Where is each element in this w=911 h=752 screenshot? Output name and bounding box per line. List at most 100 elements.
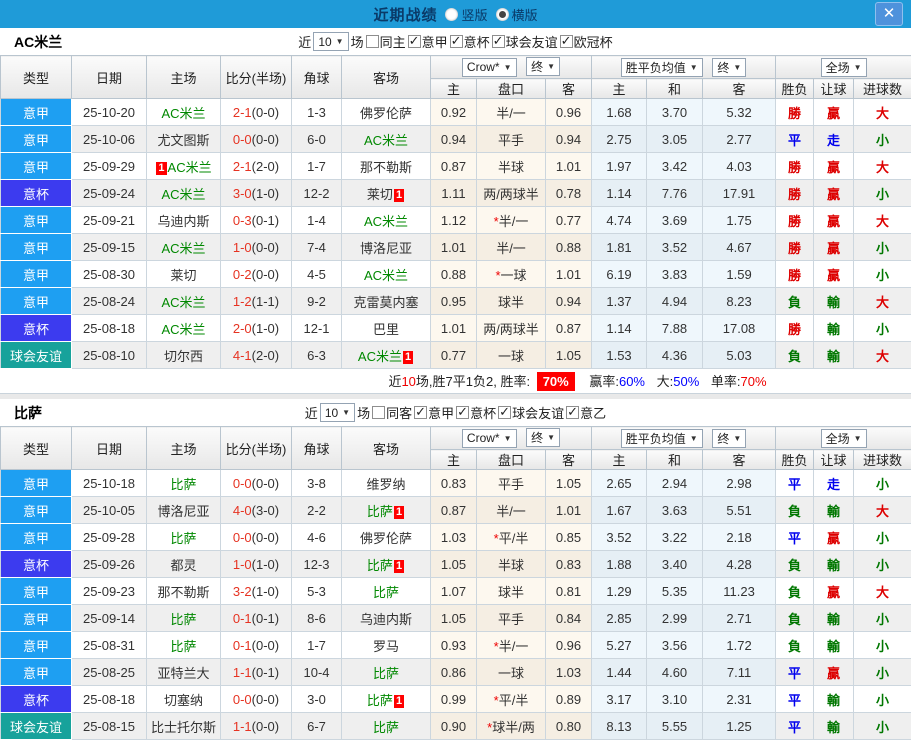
fulltime-score: 3-0 [232,185,252,201]
halftime-score: (0-0) [251,239,280,255]
same-venue-checkbox[interactable]: 同客 [372,403,412,422]
cell-home-team: 那不勒斯 [146,577,221,605]
fulltime-select[interactable]: 全场 ▼ [820,428,867,448]
asian-final-select[interactable]: 终 ▼ [526,428,561,448]
league-checkbox-friendly[interactable]: 球会友谊 [498,403,564,422]
close-button[interactable]: ✕ [875,2,903,26]
cell-result-goals: 小 [853,233,911,261]
vertical-layout-radio[interactable]: 竖版 [445,5,488,24]
horizontal-layout-radio[interactable]: 横版 [495,5,538,24]
cell-corner: 12-1 [291,314,342,342]
cell-score: 0-0(0-0) [220,125,292,153]
cell-euro-home-odds: 2.85 [591,604,648,632]
result-text: 大 [876,294,890,310]
odds-company-select[interactable]: Crow* ▼ [461,428,517,448]
fulltime-score: 0-0 [232,529,252,545]
close-icon: ✕ [882,5,896,22]
result-text: 平 [788,132,802,148]
asian-final-select[interactable]: 终 ▼ [526,57,561,77]
halftime-score: (2-0) [251,347,280,363]
result-text: 贏 [827,105,841,121]
team-name-text: AC米兰 [161,321,206,337]
cell-away-team: AC米兰 [341,206,431,234]
result-text: 輸 [827,503,841,519]
cell-date: 25-09-24 [71,179,147,207]
checkbox-icon [365,35,379,48]
cell-home-team: 1 AC米兰 [146,152,221,180]
cell-away-team: 乌迪内斯 [341,604,431,632]
cell-euro-away-odds: 2.77 [702,125,777,153]
league-checkbox-coppa[interactable]: 意杯 [456,403,496,422]
team-name-text: 比萨 [170,638,197,654]
cell-result-goals: 大 [853,98,911,126]
euro-final-select[interactable]: 终 ▼ [712,428,747,448]
match-row: 意杯 25-08-18 切塞纳 0-0(0-0) 3-0 比萨 1 0.99 *平/半 0.89 3… [0,685,911,713]
match-count-select[interactable]: 10 ▼ [313,32,349,51]
fulltime-score: 1-1 [232,718,252,734]
handicap-text: 球半 [497,294,524,310]
league-checkbox-friendly[interactable]: 球会友谊 [491,32,558,51]
cell-corner: 12-3 [291,550,342,578]
cell-result-handicap: 贏 [813,152,855,180]
cell-asian-away-odds: 0.89 [544,685,593,713]
team-name-text: 乌迪内斯 [359,611,412,627]
fulltime-score: 2-1 [232,158,252,174]
cell-league-type: 意甲 [0,496,72,524]
cell-euro-away-odds: 5.03 [702,341,777,369]
league-checkbox-serie-b[interactable]: 意乙 [566,403,606,422]
summary-near: 近 [388,374,402,389]
cell-result-handicap: 贏 [813,658,855,686]
team-section: AC米兰 近 10 ▼ 场 同主 意甲 意杯 球会友谊 欧冠杯 [0,28,911,394]
sub-col-header: 进球数 [853,449,911,470]
cell-date: 25-08-31 [71,631,147,659]
league-checkbox-coppa[interactable]: 意杯 [449,32,490,51]
euro-final-select[interactable]: 终 ▼ [712,57,747,77]
match-count-select[interactable]: 10 ▼ [319,403,356,422]
cell-result-handicap: 輸 [813,685,855,713]
cell-date: 25-08-10 [71,341,147,369]
asian-final-value: 终 [531,60,544,75]
odds-company-select[interactable]: Crow* ▼ [461,57,517,77]
euro-odds-group-header: 胜平负均值 ▼ 终 ▼ [591,426,777,450]
team-name-text: 比萨 [372,665,399,681]
result-text: 負 [788,611,802,627]
same-venue-checkbox[interactable]: 同主 [365,32,406,51]
cell-euro-away-odds: 7.11 [702,658,777,686]
result-text: 小 [876,611,890,627]
team-name-text: 佛罗伦萨 [359,105,412,121]
halftime-score: (0-0) [251,266,280,282]
team-name-text: 比萨 [170,530,197,546]
cell-result-handicap: 贏 [813,206,855,234]
team-name-text: 莱切 [366,186,393,202]
team-name-text: 博洛尼亚 [359,240,412,256]
cell-result-handicap: 贏 [813,179,855,207]
radio-icon [495,7,509,21]
fulltime-score: 0-0 [232,691,252,707]
euro-average-select[interactable]: 胜平负均值 ▼ [620,428,703,448]
fulltime-select[interactable]: 全场 ▼ [820,57,867,77]
red-card-badge: 1 [402,350,414,364]
cell-date: 25-08-25 [71,658,147,686]
cell-euro-home-odds: 1.14 [591,179,648,207]
league-checkbox-ucl[interactable]: 欧冠杯 [559,32,613,51]
result-text: 走 [827,132,841,148]
cell-euro-away-odds: 1.25 [702,712,777,740]
cell-euro-draw-odds: 3.63 [646,496,704,524]
cell-handicap-line: 平手 [476,125,546,153]
handicap-text: 平手 [497,611,524,627]
league-checkbox-serie-a[interactable]: 意甲 [414,403,454,422]
titlebar: 近期战绩 竖版 横版 ✕ [0,0,911,28]
team-name-text: 比萨 [372,584,399,600]
cell-handicap-line: 半/一 [476,496,546,524]
match-row: 意甲 25-10-06 尤文图斯 0-0(0-0) 6-0 AC米兰 0.94 平手 0.94 2… [0,125,911,153]
cell-result-goals: 大 [853,152,911,180]
league-label: 意甲 [421,35,448,50]
cell-handicap-line: 半/一 [476,98,546,126]
cell-corner: 1-4 [291,206,342,234]
cell-away-team: 比萨 [341,577,431,605]
cell-home-team: AC米兰 [146,98,221,126]
team-name-text: 切尔西 [163,348,203,364]
cell-date: 25-08-24 [71,287,147,315]
euro-average-select[interactable]: 胜平负均值 ▼ [620,57,703,77]
league-checkbox-serie-a[interactable]: 意甲 [407,32,448,51]
